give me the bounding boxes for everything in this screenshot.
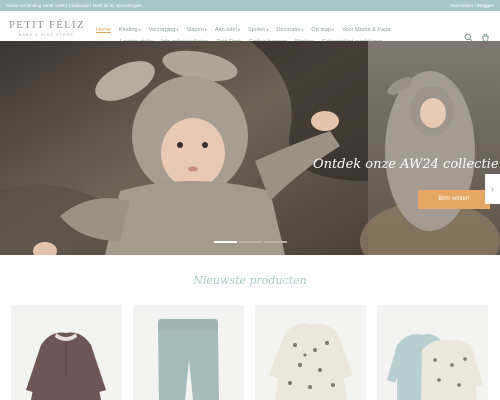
mauve-baby-shirt-image — [26, 332, 106, 400]
nav-item-home[interactable]: Home — [96, 27, 111, 33]
product-card[interactable] — [11, 305, 122, 400]
logo-tagline: BABY & KIDS STORE — [19, 33, 75, 37]
section-title: Nieuwste producten — [193, 274, 307, 287]
product-grid — [11, 305, 489, 400]
slide-indicators — [214, 241, 287, 243]
chevron-down-icon: ▾ — [138, 27, 141, 32]
slide-dot[interactable] — [264, 241, 287, 243]
hero-cta-button[interactable]: Brrrr winter! — [418, 190, 490, 209]
main-nav-row-1: Home Kleding▾ Verzorging▾ Slapen▾ Aan ta… — [96, 27, 398, 33]
nav-item-kleding[interactable]: Kleding▾ — [119, 27, 141, 33]
sage-knit-leggings-image — [158, 319, 219, 400]
promo-text: Gratis verzending vanaf 100€ | Cadeautje… — [6, 3, 143, 8]
chevron-down-icon: ▾ — [204, 27, 207, 32]
product-card[interactable] — [133, 305, 244, 400]
announcement-bar: Gratis verzending vanaf 100€ | Cadeautje… — [0, 0, 500, 11]
slide-dot[interactable] — [214, 241, 237, 243]
nav-item-decoratie[interactable]: Decoratie▾ — [276, 27, 303, 33]
hero-banner[interactable]: Ontdek onze AW24 collectie Brrrr winter!… — [0, 41, 500, 255]
slide-dot[interactable] — [239, 241, 262, 243]
nav-item-verzorging[interactable]: Verzorging▾ — [149, 27, 179, 33]
chevron-down-icon: ▾ — [176, 27, 179, 32]
site-header: PETIT FÉLIZ BABY & KIDS STORE Home Kledi… — [0, 11, 500, 45]
chevron-down-icon: ▾ — [301, 27, 304, 32]
nav-item-aan-tafel[interactable]: Aan tafel▾ — [215, 27, 240, 33]
chevron-down-icon: ▾ — [266, 27, 269, 32]
product-card[interactable] — [255, 305, 366, 400]
logo[interactable]: PETIT FÉLIZ BABY & KIDS STORE — [9, 20, 91, 42]
next-slide-arrow[interactable]: › — [485, 174, 500, 204]
product-card[interactable] — [377, 305, 488, 400]
nav-item-spelen[interactable]: Spelen▾ — [248, 27, 268, 33]
nav-item-voor-mama-papa[interactable]: Voor Mama & Papa — [342, 27, 391, 33]
printed-baby-romper-image — [269, 323, 353, 400]
hero-caption: Ontdek onze AW24 collectie — [313, 157, 499, 172]
nav-item-op-stap[interactable]: Op stap▾ — [311, 27, 334, 33]
blue-and-printed-romper-set-image — [387, 334, 483, 400]
chevron-down-icon: ▾ — [237, 27, 240, 32]
nav-item-slapen[interactable]: Slapen▾ — [186, 27, 206, 33]
logo-name: PETIT FÉLIZ — [9, 20, 86, 31]
chevron-down-icon: ▾ — [331, 27, 334, 32]
account-link[interactable]: Aanmelden / Inloggen — [450, 3, 494, 8]
hero-image — [0, 41, 500, 255]
